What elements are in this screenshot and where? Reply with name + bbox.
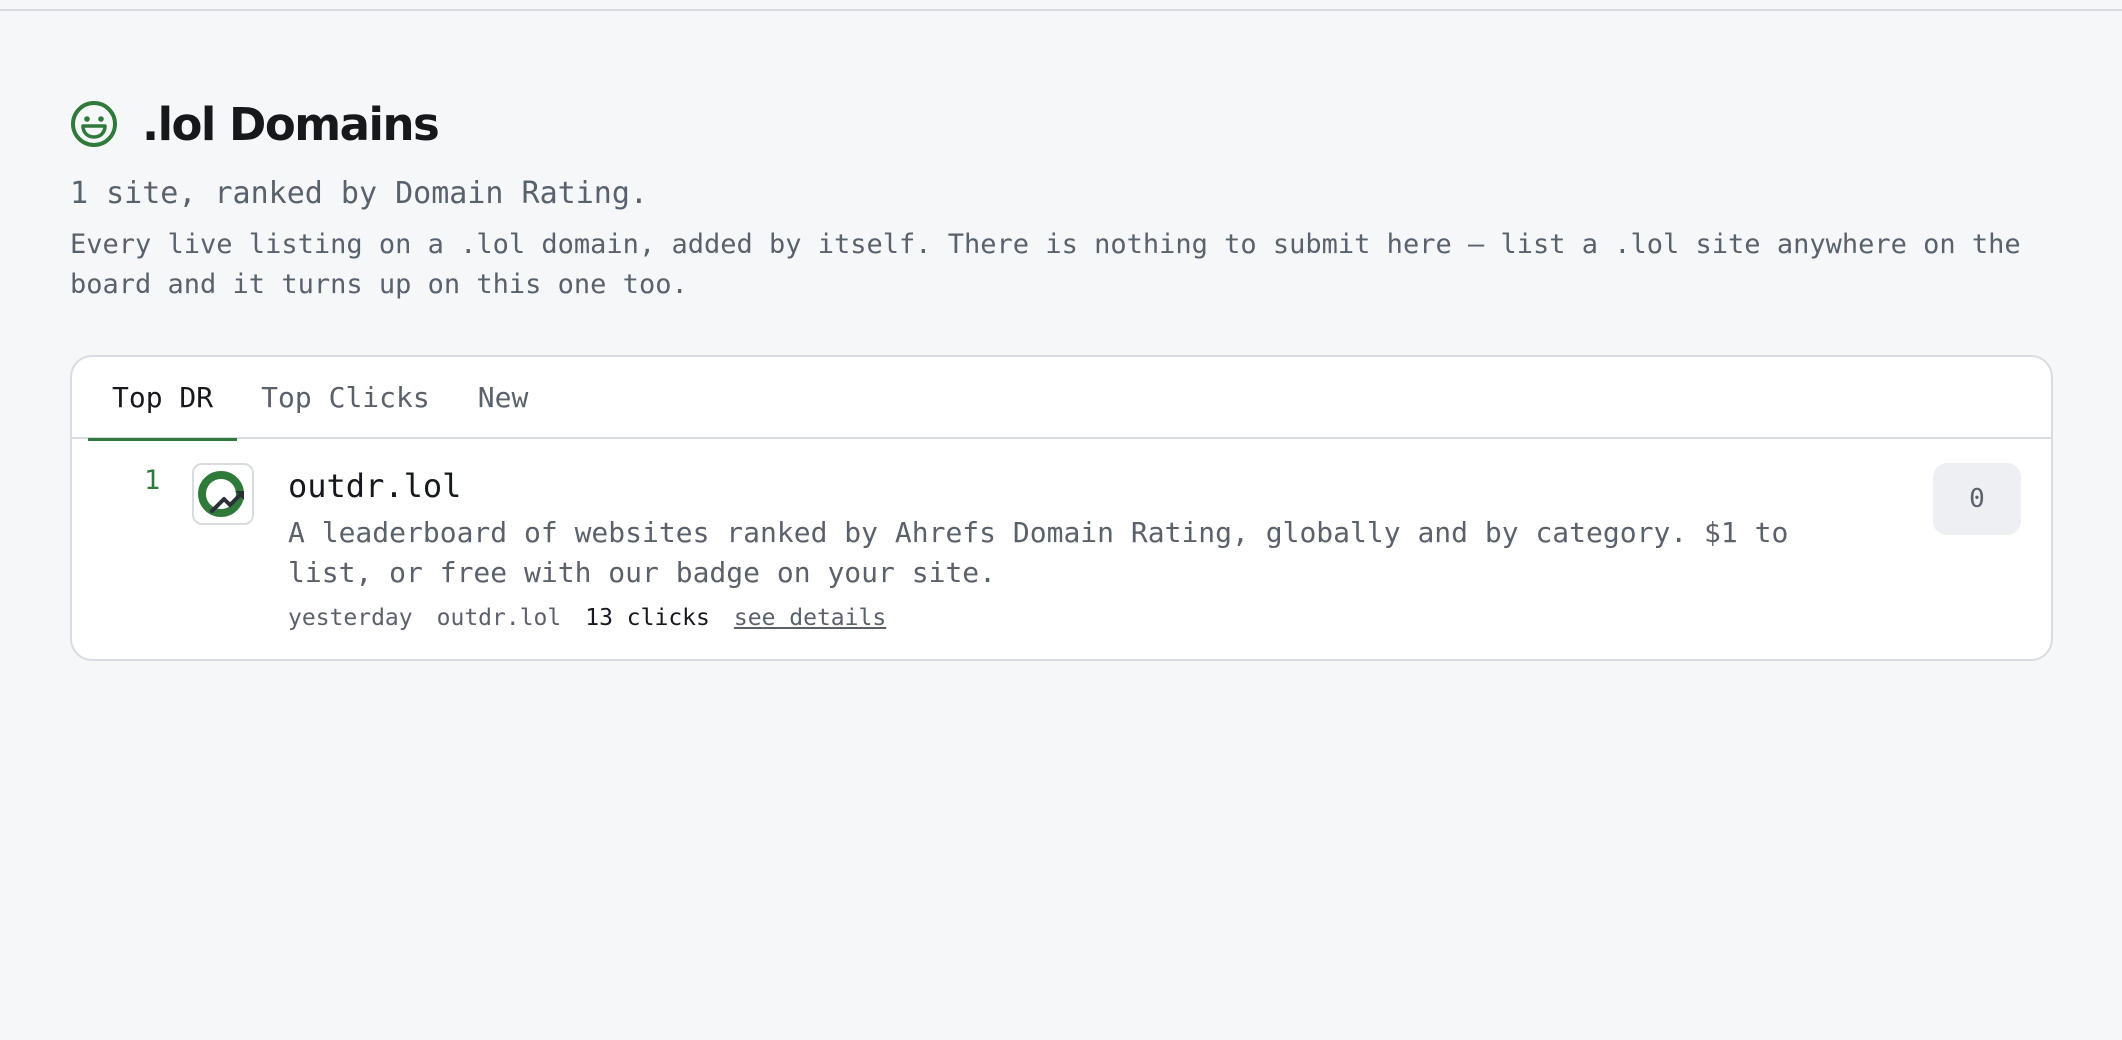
see-details-link[interactable]: see details [734, 605, 886, 631]
tab-bar: Top DR Top Clicks New [72, 357, 2051, 441]
list-item: 1 outdr.lol A leaderboard of websites ra… [72, 439, 2051, 659]
listing-title-link[interactable]: outdr.lol [288, 467, 461, 505]
page-subtitle: 1 site, ranked by Domain Rating. [70, 176, 648, 211]
page-title: .lol Domains [142, 97, 440, 151]
listing-domain: outdr.lol [436, 605, 562, 631]
tab-new[interactable]: New [454, 357, 553, 439]
vote-button[interactable]: 0 [1933, 463, 2021, 535]
page-description: Every live listing on a .lol domain, add… [70, 229, 2021, 300]
listing-meta: yesterday outdr.lol 13 clicks see detail… [288, 605, 886, 631]
outdr-logo-icon[interactable] [192, 463, 254, 525]
listing-added-date: yesterday [288, 605, 413, 631]
page-content: .lol Domains 1 site, ranked by Domain Ra… [70, 96, 2054, 661]
listing-card: Top DR Top Clicks New 1 outdr.lol A lead… [70, 355, 2053, 661]
smiley-icon [70, 100, 118, 148]
rank-number: 1 [144, 465, 161, 496]
tab-top-clicks[interactable]: Top Clicks [237, 357, 454, 439]
tab-top-dr[interactable]: Top DR [88, 357, 238, 441]
top-divider [0, 0, 2122, 11]
listing-description: A leaderboard of websites ranked by Ahre… [288, 516, 1789, 589]
page-heading: .lol Domains [70, 96, 2054, 152]
listing-clicks: 13 clicks [585, 605, 710, 631]
